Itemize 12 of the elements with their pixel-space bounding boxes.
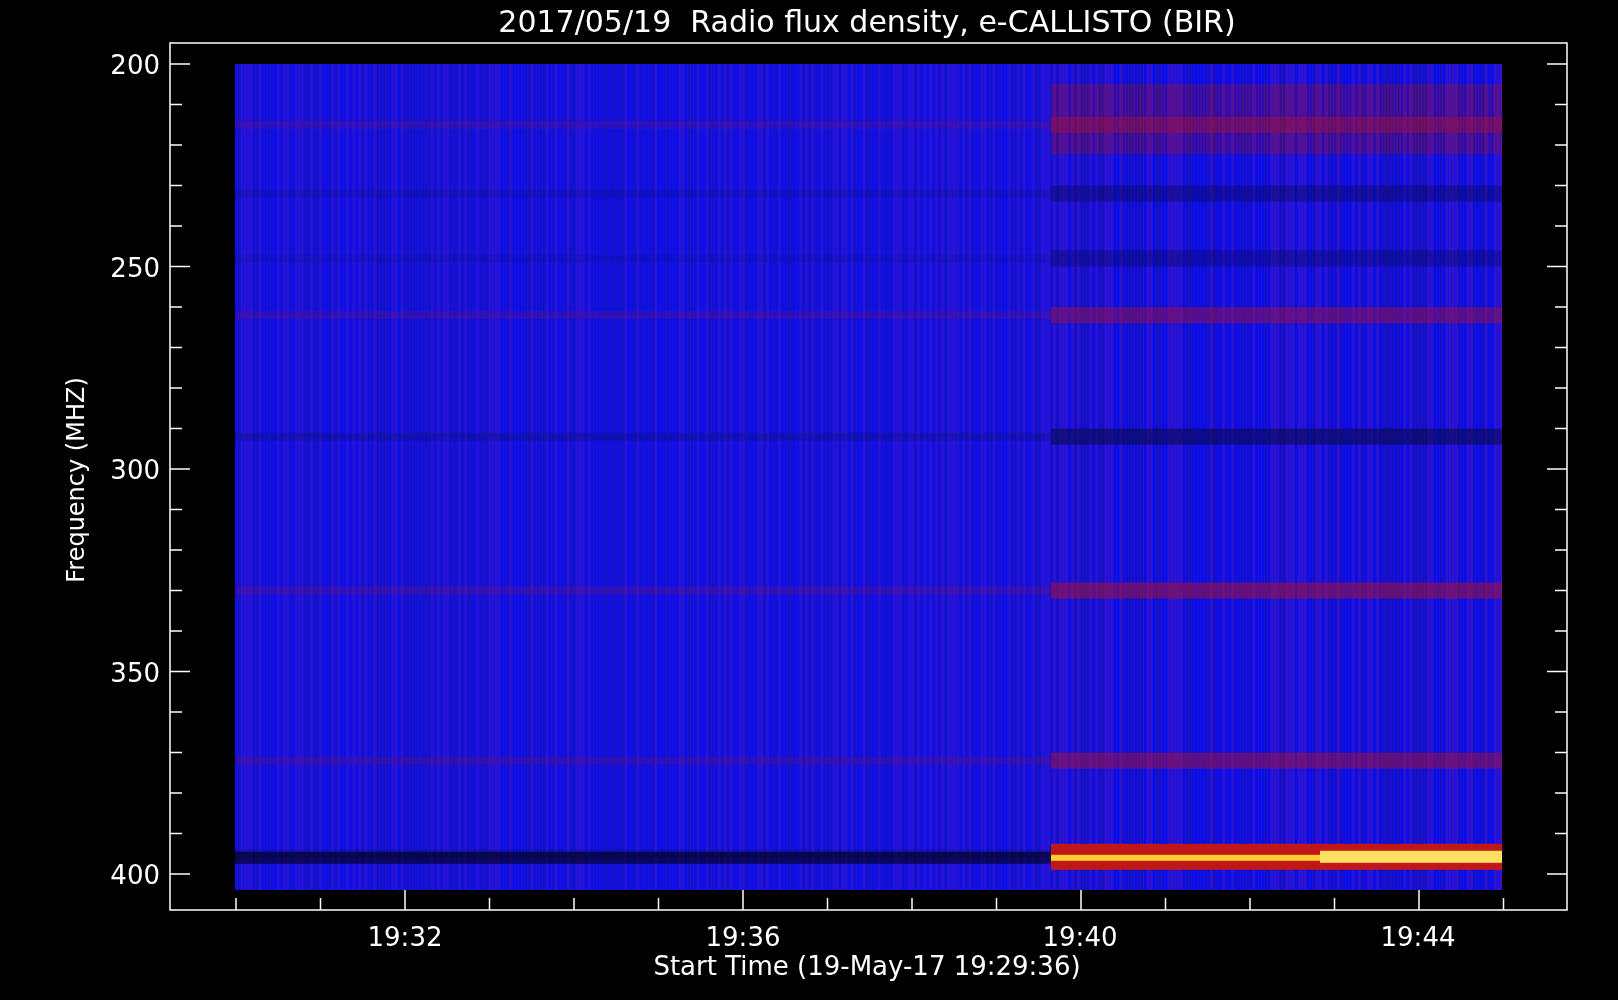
y-axis-label: Frequency (MHZ) (62, 377, 90, 583)
y-tick-label: 300 (110, 455, 160, 485)
y-tick-label: 350 (110, 657, 160, 688)
x-tick-label: 19:32 (367, 922, 443, 952)
y-tick-label: 200 (110, 50, 160, 80)
x-tick-label: 19:44 (1380, 922, 1456, 952)
x-tick-label: 19:40 (1042, 922, 1118, 952)
x-axis-label: Start Time (19-May-17 19:29:36) (653, 951, 1081, 981)
y-tick-label: 400 (110, 860, 160, 890)
y-tick-label: 250 (110, 252, 160, 283)
chart-title: 2017/05/19 Radio flux density, e-CALLISTO (BIR) (498, 4, 1236, 39)
x-tick-label: 19:36 (705, 922, 781, 952)
